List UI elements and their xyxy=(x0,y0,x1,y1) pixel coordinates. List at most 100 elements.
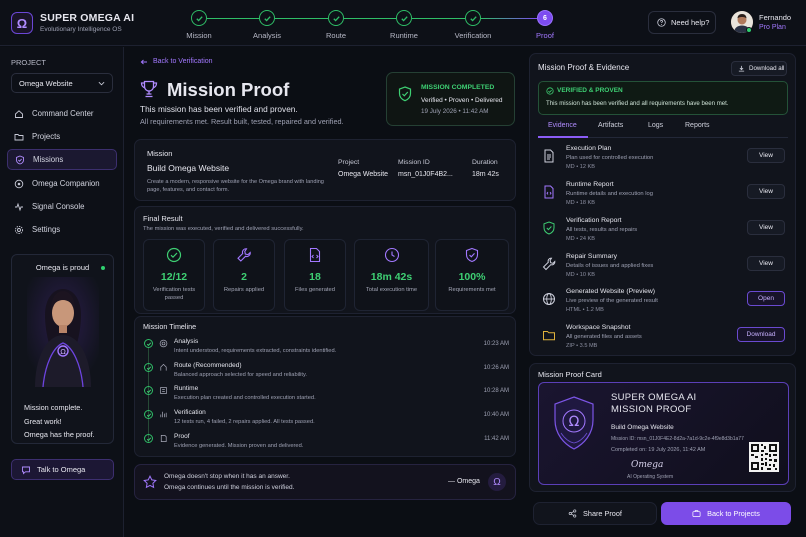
step-connector xyxy=(275,18,328,19)
app-name: SUPER OMEGA AI xyxy=(40,12,135,24)
verified-banner: VERIFIED & PROVEN This mission has been … xyxy=(538,81,788,115)
open-button[interactable]: Open xyxy=(747,291,785,306)
step-label-verification: Verification xyxy=(454,31,492,40)
step-runtime[interactable] xyxy=(396,10,412,26)
project-field-value: Omega Website xyxy=(338,171,389,178)
proof-card-heading: Mission Proof Card xyxy=(538,370,602,379)
omega-logo: Ω xyxy=(11,12,33,34)
omega-avatar-illustration: Ω xyxy=(27,277,99,387)
timeline-title: Verification xyxy=(174,409,206,416)
download-all-button[interactable]: Download all xyxy=(731,61,787,76)
evidence-desc: Plan used for controlled execution xyxy=(566,155,654,161)
user-name: Fernando xyxy=(759,13,792,22)
sidebar-item-command-center[interactable]: Command Center xyxy=(7,103,117,124)
download-all-label: Download all xyxy=(749,65,785,72)
home-icon xyxy=(15,109,23,118)
tab-artifacts[interactable]: Artifacts xyxy=(598,122,623,129)
analysis-icon xyxy=(159,339,168,348)
evidence-meta: MD • 18 KB xyxy=(566,200,596,206)
svg-text:Ω: Ω xyxy=(569,414,580,430)
share-proof-button[interactable]: Share Proof xyxy=(533,502,657,525)
completed-datetime: 19 July 2026 • 11:42 AM xyxy=(421,108,489,115)
step-verification[interactable] xyxy=(465,10,481,26)
download-button[interactable]: Download xyxy=(737,327,785,342)
back-to-projects-button[interactable]: Back to Projects xyxy=(661,502,791,525)
step-proof[interactable]: 6 xyxy=(537,10,553,26)
check-icon xyxy=(144,410,153,419)
timeline-item-analysis: Analysis Intent understood, requirements… xyxy=(144,338,509,361)
timeline-heading: Mission Timeline xyxy=(143,322,197,331)
evidence-meta: HTML • 1.2 MB xyxy=(566,307,604,313)
evidence-panel-title: Mission Proof & Evidence xyxy=(538,63,630,72)
step-mission[interactable] xyxy=(191,10,207,26)
mission-heading: Mission xyxy=(147,149,173,158)
page-title: Mission Proof xyxy=(167,79,290,100)
project-select[interactable]: Omega Website xyxy=(11,73,113,93)
check-icon xyxy=(263,15,271,22)
timeline-desc: Balanced approach selected for speed and… xyxy=(174,372,308,378)
stat-value: 100% xyxy=(458,271,486,283)
evidence-title: Repair Summary xyxy=(566,253,617,260)
view-button[interactable]: View xyxy=(747,256,785,271)
step-label-runtime: Runtime xyxy=(390,31,418,40)
shield-check-icon xyxy=(543,221,555,235)
evidence-title: Workspace Snapshot xyxy=(566,324,631,331)
quote-line: Omega continues until the mission is ver… xyxy=(164,484,295,491)
timeline-time: 10:40 AM xyxy=(483,412,509,418)
timeline-item-verification: Verification 12 tests run, 4 failed, 2 r… xyxy=(144,409,509,432)
stat-label: Files generated xyxy=(295,287,335,293)
evidence-desc: All generated files and assets xyxy=(566,334,642,340)
timeline-item-route: Route (Recommended) Balanced approach se… xyxy=(144,362,509,385)
view-button[interactable]: View xyxy=(747,220,785,235)
sidebar-item-projects[interactable]: Projects xyxy=(7,126,117,147)
evidence-item-execution-plan: Execution Plan Plan used for controlled … xyxy=(539,145,785,178)
check-icon xyxy=(144,386,153,395)
mission-name: Build Omega Website xyxy=(147,163,230,173)
route-icon xyxy=(160,363,167,371)
omega-quote: Omega doesn't stop when it has an answer… xyxy=(134,464,516,500)
mission-id-label: Mission ID xyxy=(398,159,430,166)
evidence-title: Runtime Report xyxy=(566,181,614,188)
signal-icon xyxy=(15,202,23,211)
clock-icon xyxy=(384,247,399,263)
verified-text: This mission has been verified and all r… xyxy=(546,100,729,107)
talk-to-omega-button[interactable]: Talk to Omega xyxy=(11,459,114,480)
check-icon xyxy=(195,15,203,22)
tab-reports[interactable]: Reports xyxy=(685,122,710,129)
sidebar-item-missions[interactable]: Missions xyxy=(7,149,117,170)
back-to-verification-link[interactable]: Back to Verification xyxy=(140,58,213,65)
help-label: Need help? xyxy=(671,18,710,27)
view-button[interactable]: View xyxy=(747,148,785,163)
help-button[interactable]: Need help? xyxy=(648,11,716,34)
check-icon xyxy=(469,15,477,22)
step-connector xyxy=(481,18,537,19)
stat-value: 18m 42s xyxy=(370,271,413,283)
stat-label: Requirements met xyxy=(448,287,496,293)
step-route[interactable] xyxy=(328,10,344,26)
tab-evidence[interactable]: Evidence xyxy=(548,122,577,129)
sidebar-item-omega-companion[interactable]: Omega Companion xyxy=(7,173,117,194)
sidebar-item-label: Signal Console xyxy=(32,202,85,211)
check-icon xyxy=(332,15,340,22)
sidebar-item-settings[interactable]: Settings xyxy=(7,219,117,240)
document-icon xyxy=(544,149,554,163)
download-icon xyxy=(738,65,745,72)
proof-card-signature: Omega xyxy=(631,460,664,470)
tab-logs[interactable]: Logs xyxy=(648,122,663,129)
evidence-item-runtime-report: Runtime Report Runtime details and execu… xyxy=(539,181,785,214)
mission-summary-card: Mission Build Omega Website Create a mod… xyxy=(134,139,516,201)
mission-description: Create a modern, responsive website for … xyxy=(147,179,324,194)
view-button[interactable]: View xyxy=(747,184,785,199)
companion-line: Mission complete. xyxy=(24,403,83,412)
sidebar-item-signal-console[interactable]: Signal Console xyxy=(7,196,117,217)
share-icon xyxy=(568,509,577,518)
stat-label: Repairs applied xyxy=(223,287,265,293)
code-file-icon xyxy=(544,185,554,199)
check-icon xyxy=(144,363,153,372)
timeline-title: Runtime xyxy=(174,385,199,392)
active-tab-indicator xyxy=(538,136,588,138)
step-analysis[interactable] xyxy=(259,10,275,26)
mission-id-value: msn_01J0F4B2... xyxy=(398,171,453,178)
proof-card-signature-sub: AI Operating System xyxy=(627,474,674,480)
step-connector xyxy=(412,18,465,19)
